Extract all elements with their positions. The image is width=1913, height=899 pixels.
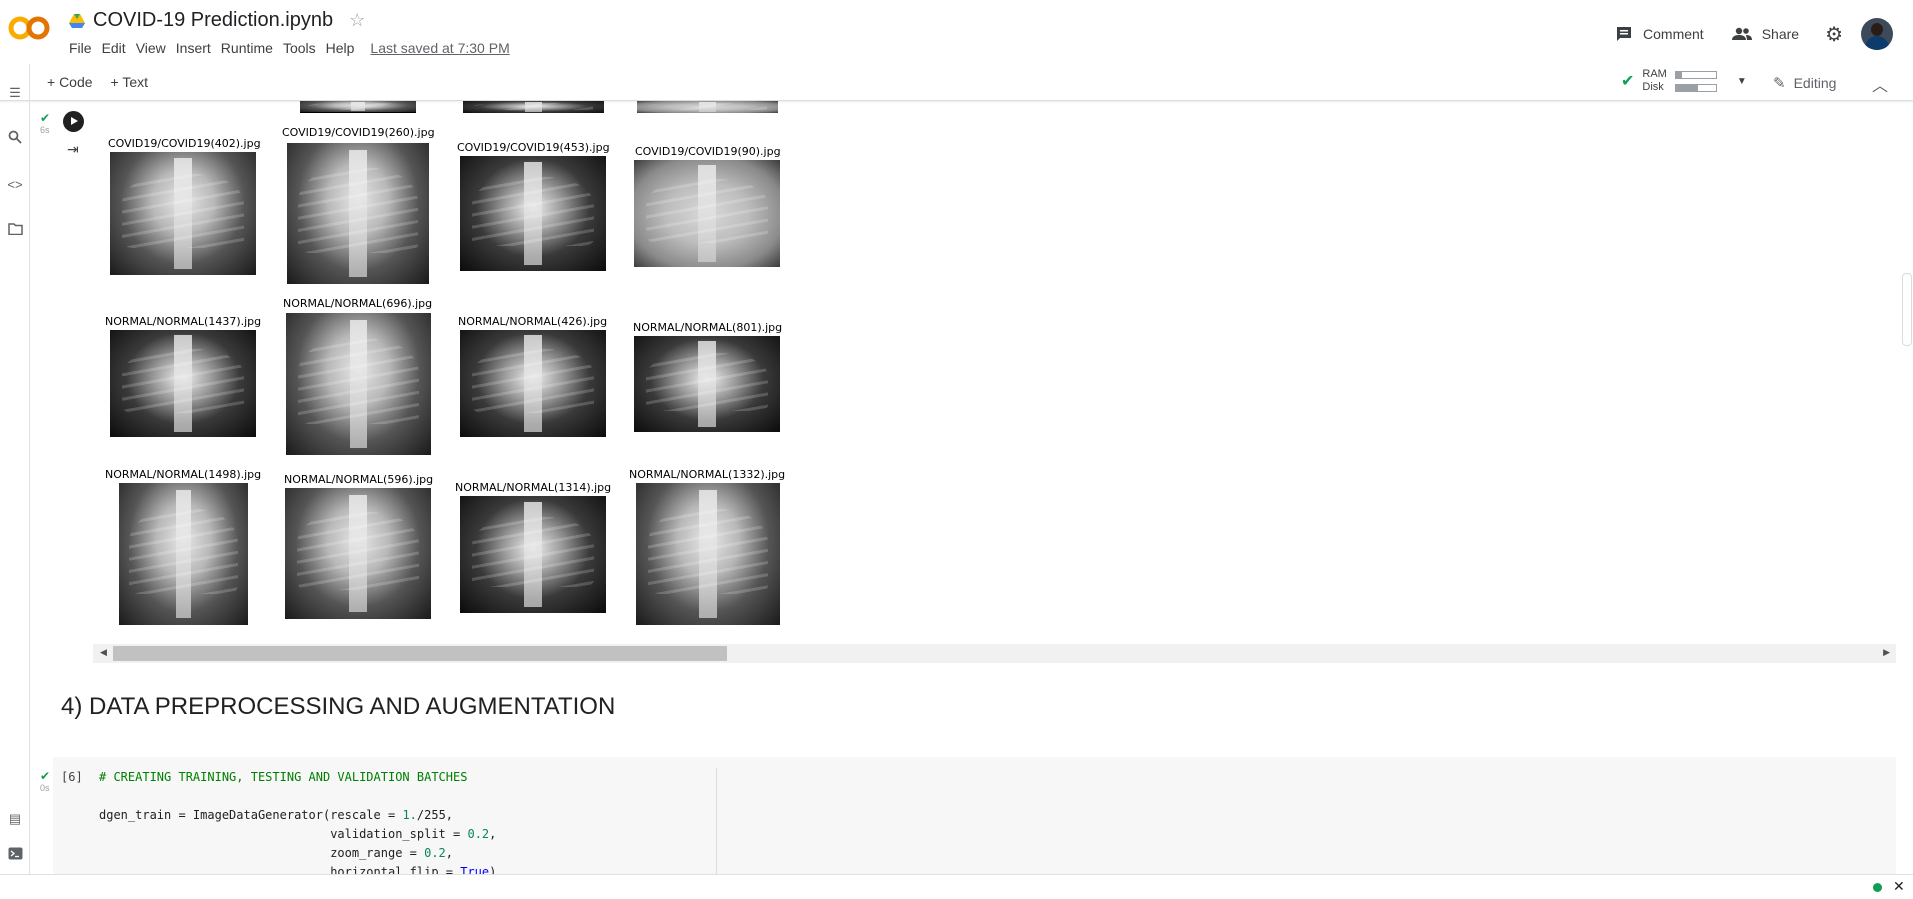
xray-image — [285, 488, 431, 619]
menu-bar: File Edit View Insert Runtime Tools Help… — [64, 39, 515, 57]
section-heading: 4) DATA PREPROCESSING AND AUGMENTATION — [61, 693, 616, 720]
left-sidebar: ☰ <> ▤ — [0, 64, 30, 874]
xray-image — [110, 330, 256, 437]
xray-image — [636, 483, 780, 625]
code-line: validation_split = 0.2, — [99, 827, 497, 841]
code-line: dgen_train = ImageDataGenerator(rescale … — [99, 808, 454, 822]
image-label: NORMAL/NORMAL(1498).jpg — [105, 468, 262, 481]
pencil-icon: ✎ — [1773, 75, 1786, 92]
google-drive-icon — [69, 13, 85, 28]
image-label: COVID19/COVID19(90).jpg — [635, 145, 781, 158]
settings-gear-icon[interactable]: ⚙ — [1825, 22, 1843, 47]
share-button[interactable]: Share — [1731, 26, 1800, 42]
notebook-title[interactable]: COVID-19 Prediction.ipynb — [93, 9, 333, 32]
code-snippets-icon[interactable]: <> — [6, 176, 24, 194]
user-avatar[interactable] — [1861, 18, 1893, 50]
notebook-vertical-scrollbar[interactable] — [1902, 273, 1912, 346]
menu-edit[interactable]: Edit — [97, 39, 131, 57]
image-label: COVID19/COVID19(402).jpg — [108, 137, 261, 150]
image-label: NORMAL/NORMAL(596).jpg — [284, 473, 434, 486]
code-cell-divider — [716, 768, 717, 878]
cell-executed-check-icon: ✔ — [40, 111, 51, 125]
xray-image — [634, 336, 780, 432]
ram-label: RAM — [1642, 68, 1667, 80]
comment-icon — [1617, 27, 1632, 41]
clear-output-icon[interactable]: ⇥ — [67, 141, 79, 158]
scroll-right-arrow-icon[interactable]: ▶ — [1883, 647, 1890, 658]
last-saved-link[interactable]: Last saved at 7:30 PM — [365, 39, 514, 57]
close-icon[interactable]: ✕ — [1893, 878, 1905, 895]
connected-check-icon: ✔ — [1621, 73, 1635, 90]
collapse-header-icon[interactable]: ︿ — [1872, 72, 1888, 96]
code-comment: # CREATING TRAINING, TESTING AND VALIDAT… — [99, 770, 468, 784]
share-label: Share — [1761, 26, 1800, 42]
ram-usage-bar — [1674, 70, 1717, 79]
editing-mode-button[interactable]: ✎ Editing — [1773, 74, 1836, 92]
xray-image — [460, 156, 606, 271]
disk-usage-bar — [1674, 83, 1717, 92]
xray-image-partial — [463, 101, 604, 113]
run-cell-button[interactable] — [63, 111, 84, 132]
code-line: zoom_range = 0.2, — [99, 846, 454, 860]
comment-button[interactable]: Comment — [1615, 25, 1704, 43]
app-header: COVID-19 Prediction.ipynb ☆ File Edit Vi… — [0, 0, 1913, 64]
editing-label: Editing — [1793, 75, 1837, 91]
menu-view[interactable]: View — [131, 39, 171, 57]
xray-image — [110, 152, 256, 275]
menu-file[interactable]: File — [64, 39, 97, 57]
execution-count: [6] — [61, 770, 83, 784]
xray-image — [287, 143, 429, 284]
image-label: NORMAL/NORMAL(426).jpg — [458, 315, 608, 328]
output-horizontal-scrollbar[interactable]: ◀ ▶ — [93, 644, 1896, 663]
image-label: NORMAL/NORMAL(801).jpg — [633, 321, 783, 334]
status-bar: ✕ — [0, 874, 1913, 899]
code-line: horizontal_flip = True) — [99, 865, 497, 874]
search-icon[interactable] — [6, 130, 24, 148]
image-label: NORMAL/NORMAL(1437).jpg — [105, 315, 262, 328]
image-label: NORMAL/NORMAL(1314).jpg — [455, 481, 612, 494]
xray-image — [286, 313, 431, 455]
add-text-button[interactable]: + Text — [111, 74, 149, 90]
disk-label: Disk — [1642, 81, 1664, 93]
colab-logo[interactable] — [8, 14, 50, 42]
xray-image — [119, 483, 248, 625]
runtime-status-indicator[interactable] — [1873, 883, 1882, 892]
xray-image-partial — [637, 101, 778, 113]
notebook-toolbar: + Code + Text ✔ RAM Disk ▼ ✎ Editing ︿ — [0, 64, 1913, 101]
image-label: NORMAL/NORMAL(1332).jpg — [629, 468, 786, 481]
star-icon[interactable]: ☆ — [349, 10, 365, 31]
xray-image-partial — [300, 101, 416, 113]
folder-icon[interactable] — [6, 222, 24, 240]
people-icon — [1731, 27, 1752, 40]
scrollbar-thumb[interactable] — [113, 646, 727, 661]
resources-indicator[interactable]: ✔ RAM Disk ▼ — [1621, 68, 1747, 94]
menu-tools[interactable]: Tools — [278, 39, 321, 57]
table-of-contents-icon[interactable]: ☰ — [6, 84, 24, 102]
add-code-button[interactable]: + Code — [47, 74, 93, 90]
terminal-icon[interactable] — [6, 847, 24, 865]
command-palette-icon[interactable]: ▤ — [6, 810, 24, 828]
cell-exec-time: 0s — [40, 783, 50, 793]
xray-image — [634, 160, 780, 267]
cell-executed-check-icon: ✔ — [40, 769, 51, 783]
dropdown-arrow-icon[interactable]: ▼ — [1737, 76, 1747, 87]
menu-insert[interactable]: Insert — [171, 39, 216, 57]
menu-help[interactable]: Help — [321, 39, 360, 57]
comment-label: Comment — [1643, 26, 1704, 42]
scroll-left-arrow-icon[interactable]: ◀ — [100, 647, 107, 658]
image-label: COVID19/COVID19(260).jpg — [282, 126, 435, 139]
xray-image — [460, 330, 606, 437]
image-label: COVID19/COVID19(453).jpg — [457, 141, 610, 154]
menu-runtime[interactable]: Runtime — [216, 39, 278, 57]
cell-exec-time: 6s — [40, 125, 50, 135]
xray-image — [460, 496, 606, 613]
image-label: NORMAL/NORMAL(696).jpg — [283, 297, 433, 310]
